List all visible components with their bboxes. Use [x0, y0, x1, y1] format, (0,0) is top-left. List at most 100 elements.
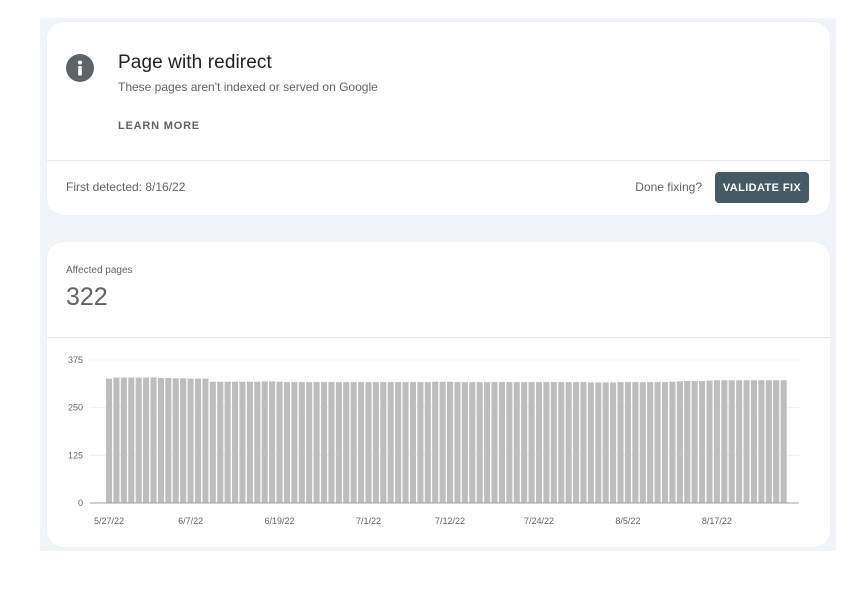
- bar: [128, 377, 135, 503]
- bar: [239, 381, 246, 503]
- bar: [610, 382, 617, 503]
- bar: [157, 377, 164, 503]
- bar: [558, 382, 565, 503]
- x-tick-label: 7/1/22: [356, 516, 381, 526]
- bar: [595, 382, 602, 503]
- bar: [113, 377, 120, 503]
- bar: [617, 382, 624, 503]
- x-tick-label: 7/24/22: [524, 516, 554, 526]
- issue-details-panel: Page with redirect These pages aren't in…: [40, 18, 836, 551]
- x-tick-label: 8/17/22: [702, 516, 732, 526]
- bar: [402, 382, 409, 503]
- bar: [328, 382, 335, 503]
- bar: [699, 380, 706, 503]
- bar: [506, 382, 513, 503]
- bar: [476, 382, 483, 503]
- y-tick-label: 125: [68, 450, 83, 460]
- bar: [454, 382, 461, 503]
- y-tick-label: 0: [78, 498, 83, 508]
- learn-more-link[interactable]: LEARN MORE: [118, 120, 200, 132]
- bar: [498, 382, 505, 503]
- bar: [409, 382, 417, 503]
- bar: [261, 381, 268, 503]
- bar: [417, 382, 424, 503]
- bar: [135, 377, 142, 503]
- bar: [217, 381, 224, 503]
- bar: [358, 382, 365, 503]
- x-tick-label: 8/5/22: [615, 516, 640, 526]
- bar: [602, 382, 609, 503]
- bar: [306, 382, 313, 503]
- y-tick-label: 375: [68, 355, 83, 365]
- bar: [661, 382, 669, 503]
- bar: [143, 377, 150, 503]
- bar: [172, 378, 179, 503]
- bar: [728, 380, 735, 503]
- bar: [291, 382, 298, 503]
- bar: [773, 380, 780, 503]
- bar: [669, 381, 676, 503]
- bar: [484, 382, 491, 503]
- info-icon: [66, 54, 94, 82]
- bar: [246, 381, 253, 503]
- bar: [758, 380, 765, 503]
- bar: [424, 382, 431, 503]
- bar: [202, 378, 209, 503]
- done-fixing-text: Done fixing?: [635, 180, 702, 194]
- bar: [535, 382, 543, 503]
- x-tick-label: 5/27/22: [94, 516, 124, 526]
- affected-pages-card: Affected pages 322 0 125 250 375 5/27/22 6/7/…: [47, 242, 830, 547]
- bar: [713, 380, 720, 503]
- bar: [120, 377, 127, 503]
- x-tick-label: 7/12/22: [435, 516, 465, 526]
- bar: [350, 382, 357, 503]
- bar: [283, 382, 290, 503]
- bar: [165, 377, 172, 503]
- y-tick-label: 250: [68, 403, 83, 413]
- bar: [528, 382, 535, 503]
- bar: [298, 382, 305, 503]
- bar: [387, 382, 394, 503]
- bar: [676, 381, 683, 503]
- bar: [209, 381, 216, 503]
- bar: [372, 382, 379, 503]
- bar: [743, 380, 750, 503]
- bar: [335, 382, 342, 503]
- bar: [565, 382, 572, 503]
- x-tick-label: 6/7/22: [178, 516, 203, 526]
- bar: [639, 382, 646, 503]
- bar: [269, 381, 276, 503]
- bar: [587, 382, 594, 503]
- x-tick-label: 6/19/22: [265, 516, 295, 526]
- bar: [550, 382, 557, 503]
- bar: [750, 380, 758, 503]
- bar: [647, 382, 654, 503]
- bar: [780, 380, 787, 503]
- affected-pages-chart: 0 125 250 375 5/27/22 6/7/22 6/19/22 7/1/22 7/12…: [68, 355, 799, 526]
- bar: [320, 382, 328, 503]
- bar: [543, 382, 550, 503]
- bar: [254, 381, 261, 503]
- bar: [187, 378, 194, 503]
- bar: [580, 382, 587, 503]
- bar: [521, 382, 528, 503]
- validate-fix-button[interactable]: VALIDATE FIX: [715, 172, 809, 203]
- issue-card: Page with redirect These pages aren't in…: [47, 22, 830, 215]
- bar: [765, 380, 772, 503]
- bar: [736, 380, 743, 503]
- bar: [180, 378, 187, 503]
- bar: [513, 382, 520, 503]
- bar: [194, 378, 202, 503]
- bar: [691, 380, 698, 503]
- bar: [313, 382, 320, 503]
- bar: [461, 382, 468, 503]
- bar: [380, 382, 387, 503]
- bar: [224, 381, 231, 503]
- bar: [706, 380, 713, 503]
- bar: [721, 380, 728, 503]
- bar: [447, 381, 454, 503]
- bar: [432, 381, 439, 503]
- bar: [573, 382, 580, 503]
- bar: [343, 382, 350, 503]
- bar: [439, 381, 446, 503]
